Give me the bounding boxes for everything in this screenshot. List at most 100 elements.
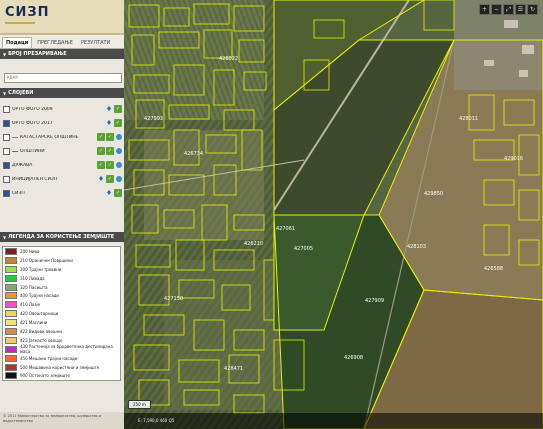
menu-button[interactable]: ☰ <box>515 4 526 15</box>
legend-item: 421 Маслини <box>3 318 120 327</box>
label-toggle-icon[interactable]: ✓ <box>106 161 114 169</box>
layer-checkbox[interactable] <box>3 133 10 141</box>
legend-label: 310 Ливада <box>20 275 45 281</box>
layer-checkbox[interactable] <box>3 161 10 169</box>
label-toggle-icon[interactable]: ✓ <box>106 147 114 155</box>
style-drop-icon[interactable] <box>116 162 122 168</box>
search-section-header[interactable]: ▼ БРОЈ ПРЕЗАРИВАЊЕ <box>0 49 124 59</box>
label-toggle-icon[interactable]: ✓ <box>106 133 114 141</box>
layer-checkbox[interactable] <box>3 189 10 197</box>
app-title: СИЗП <box>5 5 50 20</box>
legend-swatch <box>5 354 17 362</box>
layers-list: ОРТО ФОТО 2009 ♦ ✓ ОРТО ФОТО 2017 ♦ ✓ КА… <box>0 98 124 200</box>
sidebar: СИЗП Подаци ПРЕГЛЕДАЊЕ РЕЗУЛТАТИ ▼ БРОЈ … <box>0 0 124 429</box>
search-input[interactable] <box>4 72 122 83</box>
layer-row-sizp: СИЗП ♦ ✓ <box>3 186 122 200</box>
search-section-title: БРОЈ ПРЕЗАРИВАЊЕ <box>8 51 67 57</box>
legend-label: 200 Нива <box>20 248 40 254</box>
parcel-number-label: 429016 <box>504 156 523 162</box>
style-drop-icon[interactable] <box>116 148 122 154</box>
layer-label: ОРТО ФОТО 2009 <box>12 106 53 112</box>
orthophoto-map[interactable]: 427061 428103 427909 426908 429850 428011 4270… <box>124 0 543 429</box>
layer-row-municipalities: ОПШТИНИ ✓ ✓ <box>3 144 122 158</box>
parcel-number-label: 427005 <box>294 246 313 252</box>
parcel-number-label: 428103 <box>407 244 426 250</box>
legend-swatch <box>5 256 17 264</box>
land-use-legend: 200 Нива 210 Оранични Површини 300 Трајни … <box>2 246 121 382</box>
visible-toggle-icon[interactable]: ✓ <box>97 161 105 169</box>
tab-data[interactable]: Подаци <box>2 37 33 48</box>
map-status-bar <box>124 413 543 429</box>
search-area <box>0 59 124 88</box>
layers-section-title: СЛОЈЕВИ <box>8 90 34 96</box>
collapse-caret-icon: ▼ <box>3 90 7 96</box>
layer-label: ИНИЦИЈАЛЕН СИЗП <box>12 176 58 182</box>
footer-copyright: © 2011 Министерство за земјоделство, шум… <box>0 412 124 429</box>
layer-checkbox[interactable] <box>3 119 10 127</box>
legend-label: 900 Останато земјиште <box>20 373 70 379</box>
legend-label: 450 Мешани трајни насади <box>20 355 78 361</box>
layers-section-header[interactable]: ▼ СЛОЈЕВИ <box>0 88 124 98</box>
legend-item: 500 Мешавина користени и земјиште <box>3 363 120 372</box>
layer-checkbox[interactable] <box>3 105 10 113</box>
visible-toggle-icon[interactable]: ✓ <box>97 133 105 141</box>
legend-item: 422 Видови овошни <box>3 327 120 336</box>
tab-preview[interactable]: ПРЕГЛЕДАЊЕ <box>34 38 76 48</box>
legend-item: 900 Останато земјиште <box>3 371 120 380</box>
parcel-number-label: 426210 <box>244 241 263 247</box>
style-drop-icon[interactable] <box>116 134 122 140</box>
info-pin-icon[interactable]: ♦ <box>105 105 113 113</box>
legend-label: 300 Трајни тревини <box>20 266 62 272</box>
info-pin-icon[interactable]: ♦ <box>105 189 113 197</box>
tab-results[interactable]: РЕЗУЛТАТИ <box>78 38 113 48</box>
map-view[interactable]: 427061 428103 427909 426908 429850 428011 4270… <box>124 0 543 429</box>
legend-label: 400 Трајни насади <box>20 293 60 299</box>
visible-toggle-icon[interactable]: ✓ <box>106 175 114 183</box>
collapse-caret-icon: ▼ <box>3 51 7 57</box>
visible-toggle-icon[interactable]: ✓ <box>97 147 105 155</box>
visible-toggle-icon[interactable]: ✓ <box>114 119 122 127</box>
legend-swatch <box>5 372 17 380</box>
parcel-number-label: 427993 <box>144 116 163 122</box>
refresh-button[interactable]: ↻ <box>527 4 538 15</box>
parcel-number-label: 428471 <box>224 366 243 372</box>
layer-label: ОРТО ФОТО 2017 <box>12 120 53 126</box>
layer-checkbox[interactable] <box>3 147 10 155</box>
legend-swatch <box>5 345 17 353</box>
layer-checkbox[interactable] <box>3 175 10 183</box>
legend-item: 420 Овоштарници <box>3 309 120 318</box>
style-drop-icon[interactable] <box>116 176 122 182</box>
layer-row-orto-2009: ОРТО ФОТО 2009 ♦ ✓ <box>3 102 122 116</box>
legend-section-header[interactable]: ▼ ЛЕГЕНДА ЗА КОРИСТЕЊЕ ЗЕМЈИШТЕ <box>0 232 124 242</box>
layer-row-cadastral: КАТАСТАРСКЕ ОПШТИНЕ ✓ ✓ <box>3 130 122 144</box>
info-pin-icon[interactable]: ♦ <box>97 175 105 183</box>
zoom-out-button[interactable]: − <box>491 4 502 15</box>
legend-label: 423 Јаткасто овошје <box>20 337 63 343</box>
visible-toggle-icon[interactable]: ✓ <box>114 105 122 113</box>
layer-label: ДРЖАВА <box>12 162 33 168</box>
legend-item: 310 Ливада <box>3 274 120 283</box>
fullscreen-button[interactable]: ⤢ <box>503 4 514 15</box>
legend-label: 500 Мешавина користени и земјиште <box>20 364 100 370</box>
parcel-number-label: 426908 <box>344 355 363 361</box>
legend-item: 200 Нива <box>3 247 120 256</box>
parcel-number-label: 427150 <box>164 296 183 302</box>
line-swatch <box>12 136 18 138</box>
legend-label: 210 Оранични Површини <box>20 257 73 263</box>
legend-swatch <box>5 310 17 318</box>
legend-label: 420 Овоштарници <box>20 311 59 317</box>
legend-item: 410 Лозје <box>3 300 120 309</box>
visible-toggle-icon[interactable]: ✓ <box>114 189 122 197</box>
info-pin-icon[interactable]: ♦ <box>105 119 113 127</box>
zoom-in-button[interactable]: + <box>479 4 490 15</box>
legend-item: 320 Пасишта <box>3 283 120 292</box>
legend-swatch <box>5 292 17 300</box>
legend-item: 210 Оранични Површини <box>3 256 120 265</box>
legend-item: 300 Трајни тревини <box>3 265 120 274</box>
legend-swatch <box>5 265 17 273</box>
legend-section-title: ЛЕГЕНДА ЗА КОРИСТЕЊЕ ЗЕМЈИШТЕ <box>8 234 115 240</box>
legend-swatch <box>5 274 17 282</box>
legend-label: 430 Растенија за бродветенка дестилирана… <box>20 344 113 355</box>
legend-label: 421 Маслини <box>20 320 48 326</box>
scale-bar: 250 m <box>128 400 151 409</box>
